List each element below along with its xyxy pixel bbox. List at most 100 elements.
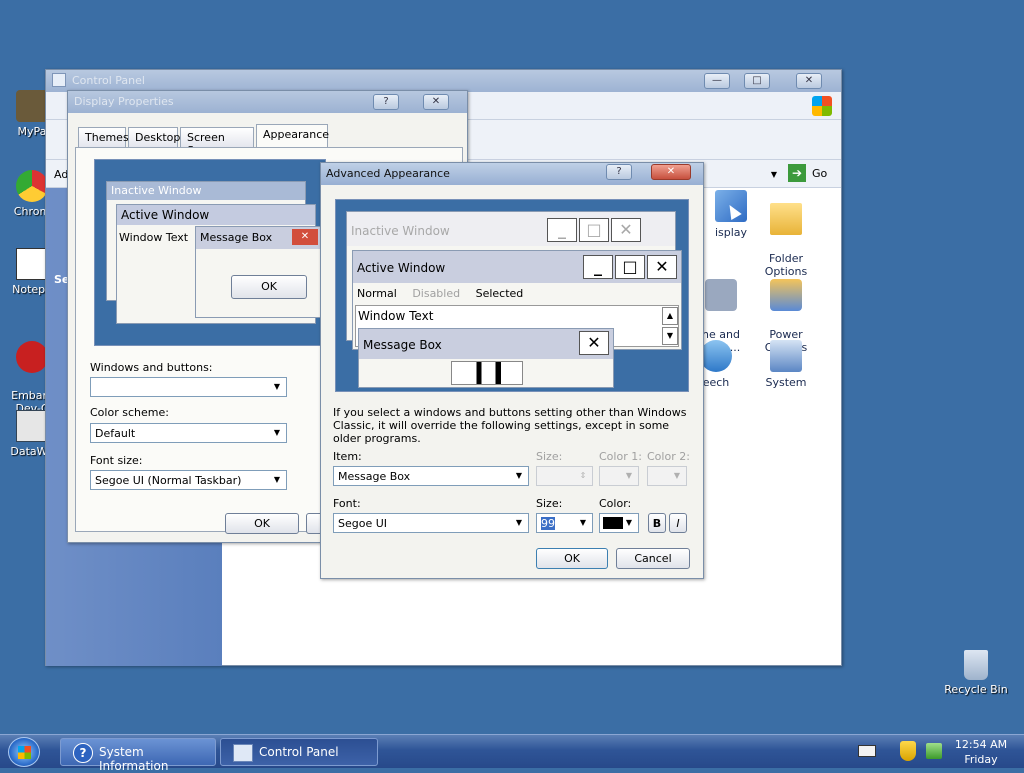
preview-ok-button: OK — [231, 275, 307, 299]
scroll-up-icon: ▲ — [662, 307, 678, 325]
taskbar-button-control-panel[interactable]: Control Panel — [220, 738, 378, 766]
minimize-icon: _ — [547, 218, 577, 242]
cp-icon-folder-options[interactable]: Folder Options — [751, 190, 821, 278]
font-select[interactable]: Segoe UI ▼ — [333, 513, 529, 533]
ok-button[interactable]: OK — [536, 548, 608, 569]
item-value: Message Box — [338, 470, 411, 483]
notepad-icon — [16, 248, 48, 280]
tab-appearance[interactable]: Appearance — [256, 124, 329, 147]
color2-picker[interactable]: ▼ — [647, 466, 687, 486]
tab-strip: Themes Desktop Screen Saver Appearance — [78, 124, 458, 157]
control-panel-icon — [52, 73, 66, 87]
datawa-icon — [16, 410, 48, 442]
ok-button[interactable]: OK — [225, 513, 299, 534]
clock[interactable]: 12:54 AM Friday — [950, 737, 1012, 767]
desktop-icon-recycle-bin[interactable]: Recycle Bin — [936, 650, 1016, 696]
taskbar: ? System Information Control Panel 12:54… — [0, 734, 1024, 773]
chevron-down-icon: ▼ — [579, 518, 587, 527]
taskbar-button-label: System Information — [99, 745, 169, 773]
preview-inactive-titlebar: Inactive Window _ □ ✕ — [347, 212, 675, 246]
chevron-down-icon: ▼ — [515, 471, 523, 480]
phone-icon — [705, 279, 737, 311]
windows-buttons-select[interactable]: ▼ — [90, 377, 287, 397]
preview-inactive-titlebar: Inactive Window — [107, 182, 305, 200]
go-button[interactable]: ➔ Go — [788, 164, 838, 184]
help-button[interactable]: ? — [373, 94, 399, 110]
font-size-select[interactable]: 99 ▼ — [536, 513, 593, 533]
control-panel-icon — [233, 744, 253, 762]
ok-label: OK — [564, 552, 580, 565]
maximize-button[interactable]: □ — [744, 73, 770, 89]
chevron-down-icon: ▼ — [273, 428, 281, 437]
clock-time: 12:54 AM — [954, 738, 1008, 751]
ok-label: OK — [254, 517, 270, 530]
bold-button[interactable]: B — [648, 513, 666, 533]
desktop-icon-label: Recycle Bin — [944, 683, 1008, 696]
font-color-picker[interactable]: ▼ — [599, 513, 639, 533]
close-icon: ✕ — [292, 229, 318, 245]
chevron-down-icon: ▼ — [515, 518, 523, 527]
taskbar-button-label: Control Panel — [259, 745, 339, 759]
color1-picker[interactable]: ▼ — [599, 466, 639, 486]
tab-desktop[interactable]: Desktop — [128, 127, 181, 147]
close-button[interactable]: ✕ — [651, 164, 691, 180]
advanced-notice: If you select a windows and buttons sett… — [333, 406, 687, 445]
tray-network-icon[interactable] — [926, 743, 942, 759]
display-properties-titlebar[interactable]: Display Properties ? ✕ — [68, 91, 467, 113]
control-panel-titlebar[interactable]: Control Panel — □ ✕ — [46, 70, 841, 92]
color-scheme-select[interactable]: Default ▼ — [90, 423, 287, 443]
advanced-appearance-title: Advanced Appearance — [326, 167, 450, 180]
power-icon — [770, 279, 802, 311]
address-dropdown-arrow[interactable]: ▼ — [764, 166, 784, 184]
font-color-swatch — [603, 517, 623, 529]
speech-icon — [700, 340, 732, 372]
close-button[interactable]: ✕ — [796, 73, 822, 89]
chevron-down-icon: ▼ — [273, 475, 281, 484]
display-properties-title: Display Properties — [74, 95, 174, 108]
ok-label: OK — [261, 280, 277, 293]
cp-icon-system[interactable]: System — [751, 340, 821, 389]
info-icon: ? — [73, 743, 93, 763]
preview-message-box: Message Box ✕ OK — [195, 226, 321, 318]
chevron-down-icon: ▼ — [625, 518, 633, 527]
italic-button[interactable]: I — [669, 513, 687, 533]
font-size-label: Font size: — [90, 454, 143, 467]
preview-message-box: Message Box ✕ — [358, 328, 614, 388]
color-scheme-value: Default — [95, 427, 136, 440]
start-button[interactable] — [8, 737, 40, 767]
tab-themes[interactable]: Themes — [78, 127, 129, 147]
preview-active-titlebar: Active Window _ □ ✕ — [353, 251, 681, 283]
font-size-select[interactable]: Segoe UI (Normal Taskbar) ▼ — [90, 470, 287, 490]
advanced-appearance-dialog: Advanced Appearance ? ✕ Inactive Window … — [320, 162, 704, 579]
go-label: Go — [812, 167, 828, 180]
control-panel-title: Control Panel — [72, 74, 145, 87]
embarcadero-icon — [16, 341, 48, 373]
cancel-button[interactable]: Cancel — [616, 548, 690, 569]
tray-keyboard-icon[interactable] — [858, 745, 876, 757]
maximize-icon: □ — [615, 255, 645, 279]
size-label: Size: — [536, 450, 563, 463]
item-select[interactable]: Message Box ▼ — [333, 466, 529, 486]
tab-screen-saver[interactable]: Screen Saver — [180, 127, 254, 157]
tab-label: Desktop — [135, 131, 181, 144]
item-label: Item: — [333, 450, 362, 463]
minimize-button[interactable]: — — [704, 73, 730, 89]
size-spinner[interactable]: ⇕ — [536, 466, 593, 486]
advanced-appearance-titlebar[interactable]: Advanced Appearance ? ✕ — [321, 163, 703, 185]
help-button[interactable]: ? — [606, 164, 632, 180]
taskbar-button-system-information[interactable]: ? System Information — [60, 738, 216, 773]
font-color-label: Color: — [599, 497, 632, 510]
preview-message-button — [451, 361, 523, 385]
chevron-down-icon: ▼ — [273, 382, 281, 391]
advanced-preview: Inactive Window _ □ ✕ Active Window _ □ … — [335, 199, 689, 392]
cancel-label: Cancel — [634, 552, 672, 565]
preview-active-titlebar: Active Window — [117, 205, 315, 225]
color2-label: Color 2: — [647, 450, 690, 463]
color1-label: Color 1: — [599, 450, 642, 463]
bold-label: B — [652, 517, 662, 530]
tray-shield-icon[interactable] — [900, 741, 916, 761]
menu-normal: Normal — [357, 287, 397, 300]
minimize-icon: _ — [583, 255, 613, 279]
close-button[interactable]: ✕ — [423, 94, 449, 110]
clock-day: Friday — [964, 753, 998, 766]
